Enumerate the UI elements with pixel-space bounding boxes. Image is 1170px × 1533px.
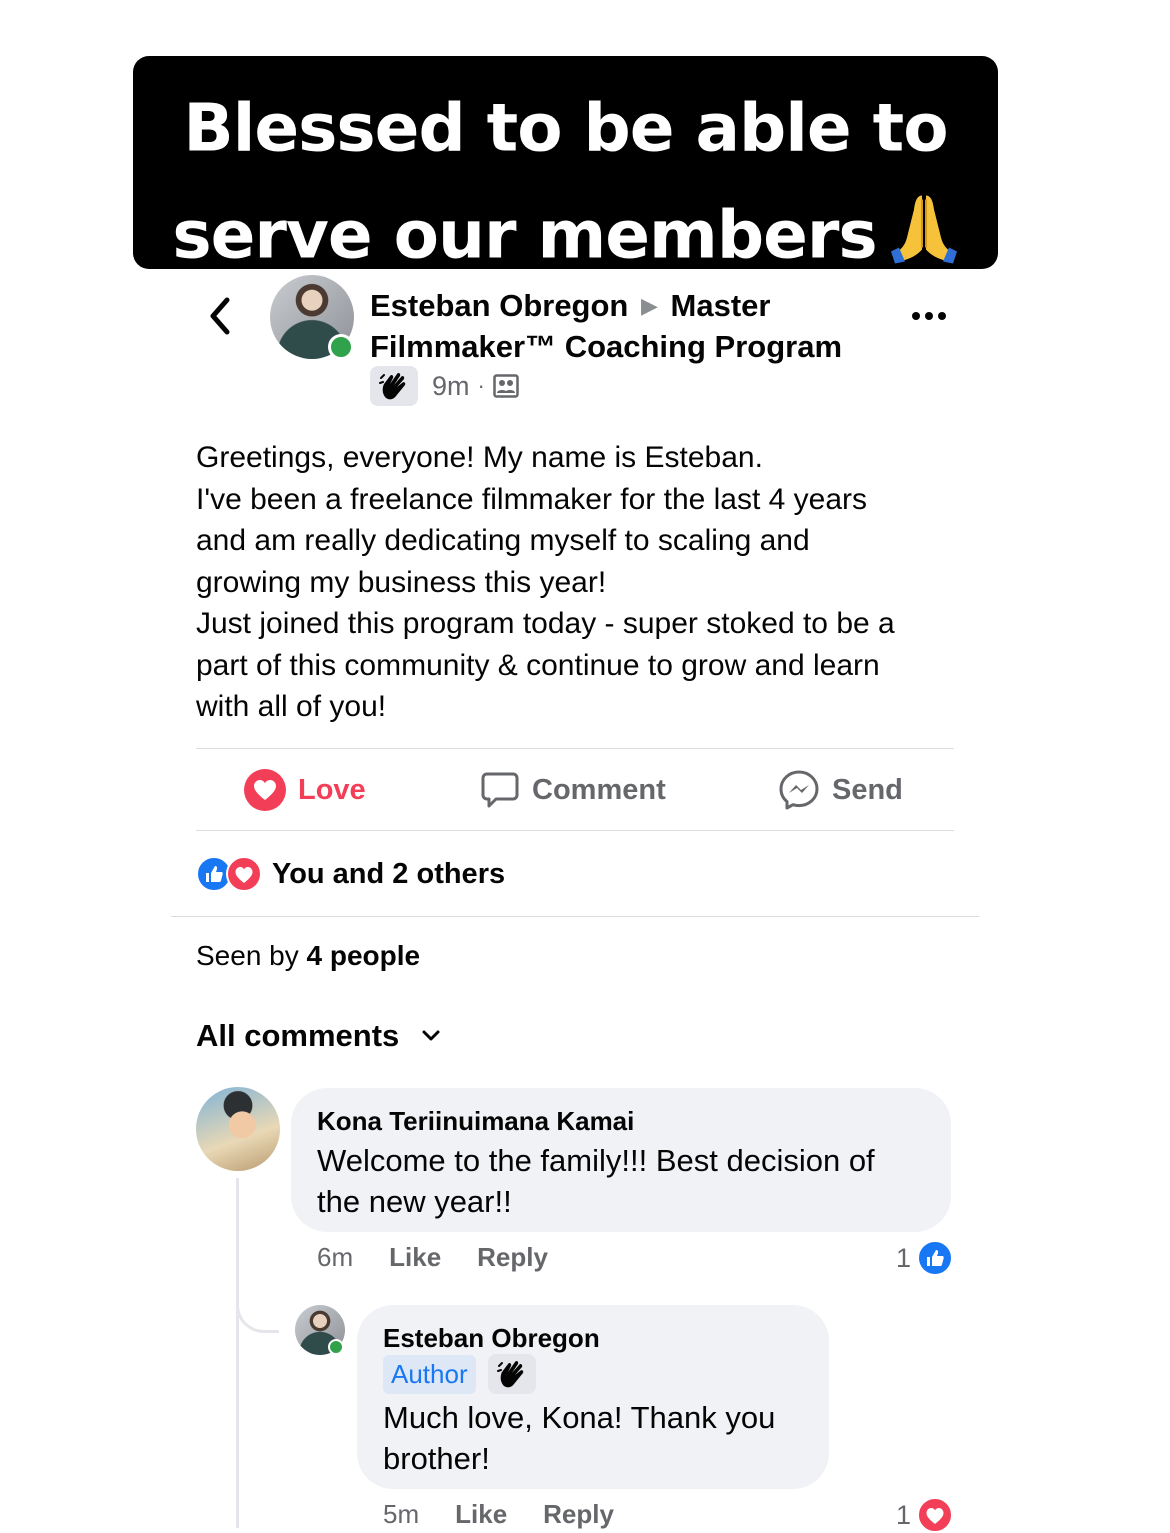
reply-text-line: brother! xyxy=(383,1441,490,1476)
commenter-avatar[interactable] xyxy=(196,1087,280,1171)
post-body-line: Just joined this program today - super s… xyxy=(196,607,895,640)
comment-time[interactable]: 6m xyxy=(317,1242,353,1273)
post-actions: Love Comment Send xyxy=(196,750,954,830)
comment-text-line: Welcome to the family!!! Best decision o… xyxy=(317,1143,875,1178)
more-options-icon[interactable] xyxy=(910,306,948,331)
post-body-line: part of this community & continue to gro… xyxy=(196,648,880,682)
reply-text: Much love, Kona! Thank you brother! xyxy=(383,1397,823,1479)
author-badges: Author xyxy=(383,1354,536,1394)
comment-reaction-count[interactable]: 1 xyxy=(896,1240,954,1276)
reply-meta: 5m Like Reply xyxy=(383,1499,650,1530)
reply-author[interactable]: Esteban Obregon xyxy=(383,1323,600,1354)
comments-filter-label: All comments xyxy=(196,1018,400,1053)
folded-hands-icon xyxy=(889,190,959,275)
comment-author[interactable]: Kona Teriinuimana Kamai xyxy=(317,1106,634,1137)
reply-reaction-count-value: 1 xyxy=(896,1499,912,1530)
post-body-line: with all of you! xyxy=(196,690,387,723)
love-label: Love xyxy=(298,773,366,806)
messenger-icon xyxy=(778,769,820,811)
comment-reaction-count-value: 1 xyxy=(896,1242,912,1273)
heart-icon xyxy=(244,769,286,811)
author-badge[interactable]: Author xyxy=(383,1354,476,1394)
post-author-name[interactable]: Esteban Obregon xyxy=(370,288,628,323)
post-body-line: I've been a freelance filmmaker for the … xyxy=(196,482,868,516)
comment-bubble-icon xyxy=(480,770,520,810)
wave-hand-icon[interactable] xyxy=(487,1354,536,1394)
caption-banner: Blessed to be able to serve our members xyxy=(133,56,998,269)
thread-line xyxy=(236,1178,239,1528)
post-body-line: Greetings, everyone! My name is Esteban. xyxy=(196,441,763,474)
love-reaction-icon xyxy=(226,856,262,897)
post-body-line: growing my business this year! xyxy=(196,565,607,599)
seen-by-count: 4 people xyxy=(306,940,421,971)
reply-bubble: Esteban Obregon Much love, Kona! Thank y… xyxy=(357,1305,829,1489)
comment-reply-button[interactable]: Reply xyxy=(477,1242,548,1273)
meta-separator: · xyxy=(477,373,485,398)
post-time[interactable]: 9m xyxy=(432,371,470,402)
seen-by-prefix: Seen by xyxy=(196,940,299,971)
comments-filter-dropdown[interactable]: All comments xyxy=(196,1018,441,1054)
post-body-line: and am really dedicating myself to scali… xyxy=(196,524,810,557)
comment-label: Comment xyxy=(532,773,666,806)
back-arrow-icon[interactable] xyxy=(203,296,237,341)
love-button[interactable]: Love xyxy=(244,750,366,830)
comment-meta: 6m Like Reply xyxy=(317,1242,584,1273)
reply-text-line: Much love, Kona! Thank you xyxy=(383,1400,776,1435)
reply-like-button[interactable]: Like xyxy=(455,1499,507,1530)
online-status-dot xyxy=(328,1339,344,1355)
comment-bubble: Kona Teriinuimana Kamai Welcome to the f… xyxy=(291,1088,951,1232)
post-body: Greetings, everyone! My name is Esteban.… xyxy=(196,437,956,728)
comment-text: Welcome to the family!!! Best decision o… xyxy=(317,1140,937,1222)
post-meta: 9m · xyxy=(370,366,519,406)
seen-by[interactable]: Seen by 4 people xyxy=(196,940,420,972)
divider xyxy=(196,748,954,749)
divider xyxy=(171,916,979,917)
comment-like-button[interactable]: Like xyxy=(389,1242,441,1273)
post-header-title: Esteban Obregon ▶ Master Filmmaker™ Coac… xyxy=(370,285,890,367)
online-status-dot xyxy=(328,334,354,360)
chevron-down-icon xyxy=(421,1029,441,1043)
wave-hand-icon[interactable] xyxy=(370,366,418,406)
reply-time[interactable]: 5m xyxy=(383,1499,419,1530)
send-button[interactable]: Send xyxy=(778,750,903,830)
triangle-right-icon: ▶ xyxy=(641,293,658,318)
comment-text-line: the new year!! xyxy=(317,1184,512,1219)
like-reaction-icon xyxy=(917,1240,954,1276)
reply-reply-button[interactable]: Reply xyxy=(543,1499,614,1530)
send-label: Send xyxy=(832,773,903,806)
group-members-icon xyxy=(493,374,519,398)
reactions-summary[interactable]: You and 2 others xyxy=(196,854,505,894)
banner-line-2: serve our members xyxy=(172,196,877,274)
comment-button[interactable]: Comment xyxy=(480,750,666,830)
divider xyxy=(196,830,954,831)
banner-line-1: Blessed to be able to xyxy=(183,89,948,167)
reactions-summary-text: You and 2 others xyxy=(272,857,506,890)
